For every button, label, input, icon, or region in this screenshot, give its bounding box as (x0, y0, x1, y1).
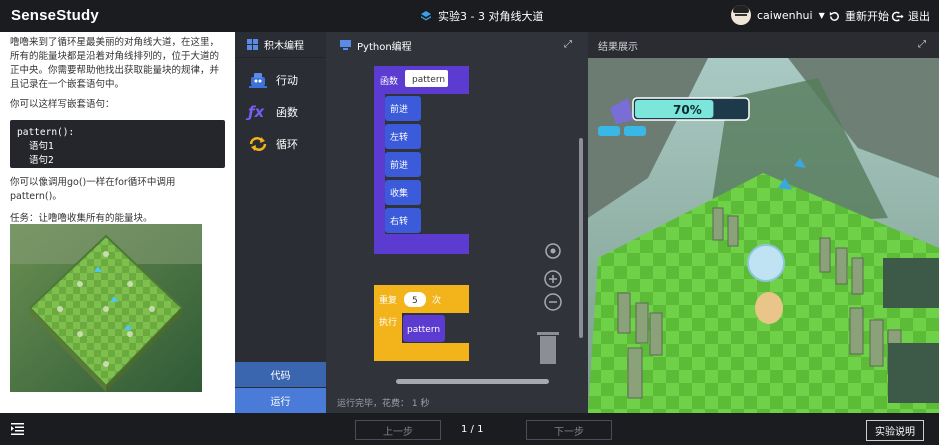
loop-icon (249, 137, 267, 151)
caret-down-icon: ▼ (818, 10, 825, 20)
repeat-count: 5 (412, 296, 418, 306)
bottom-bar: 上一步 1 / 1 下一步 实验说明 (0, 413, 939, 445)
palette-header: 积木编程 (235, 32, 326, 58)
fullscreen-icon[interactable]: ⤢ (918, 39, 926, 50)
python-workspace: Python编程 ⤢ 函数 pattern 前进 左转 前进 收集 右转 重复 5 次 … (326, 32, 588, 413)
instruction-paragraph: 噜噜来到了循环星最美丽的对角线大道，在这里，所有的能量块都是沿着对角线排列的，位… (10, 37, 220, 90)
run-button[interactable]: 运行 (235, 388, 326, 413)
restart-button[interactable]: 重新开始 (828, 8, 889, 24)
app-logo: SenseStudy (11, 7, 99, 24)
vertical-scrollbar[interactable] (579, 138, 583, 338)
palette-item-action[interactable]: 行动 (235, 64, 326, 96)
repeat-label: 重复 (379, 294, 397, 306)
robot-icon (249, 73, 267, 88)
page-indicator: 1 / 1 (461, 424, 484, 435)
statement-label: 收集 (390, 187, 408, 199)
exec-label: 执行 (379, 316, 397, 328)
statement-label: 右转 (390, 215, 408, 227)
result-panel: 结果展示 ⤢ 70% (588, 32, 939, 413)
blocks-canvas: 函数 pattern 前进左转前进收集右转 重复 5 次 执行 pattern (374, 66, 583, 384)
statement-label: 前进 (390, 159, 408, 171)
horizontal-scrollbar[interactable] (396, 379, 549, 384)
function-icon: ƒx (248, 103, 265, 121)
code-button[interactable]: 代码 (235, 362, 326, 387)
level-preview-image (10, 224, 202, 392)
run-status: 运行完毕，花费： 1 秒 (337, 399, 430, 409)
statement-label: 前进 (390, 103, 408, 115)
func-keyword: 函数 (380, 75, 398, 87)
palette-item-loop[interactable]: 循环 (235, 128, 326, 160)
result-header: 结果展示 ⤢ (588, 32, 939, 58)
func-name-text: pattern (412, 75, 445, 85)
instruction-paragraph: 你可以这样写嵌套语句： (10, 99, 115, 110)
experiment-help-button[interactable]: 实验说明 (866, 420, 924, 441)
statement-label: 左转 (390, 131, 408, 143)
restart-icon (829, 11, 839, 21)
prev-step-button[interactable]: 上一步 (355, 420, 441, 440)
zoom-out-icon[interactable] (544, 293, 562, 311)
palette-item-function[interactable]: ƒx 函数 (235, 96, 326, 128)
repeat-unit: 次 (432, 294, 441, 306)
exit-icon (891, 11, 904, 21)
trash-icon[interactable] (537, 332, 559, 364)
user-menu[interactable]: caiwenhui ▼ (731, 5, 825, 25)
instructions-panel: 噜噜来到了循环星最美丽的对角线大道，在这里，所有的能量块都是沿着对角线排列的，位… (0, 32, 235, 413)
center-target-icon[interactable] (545, 243, 561, 259)
call-name: pattern (407, 325, 440, 335)
experiment-title: 实验3 - 3 对角线大道 (420, 8, 543, 24)
user-name: caiwenhui (757, 8, 813, 22)
code-example: pattern(): 语句1 语句2 (10, 120, 225, 168)
instruction-paragraph: 你可以像调用go()一样在for循环中调用pattern()。 (10, 177, 176, 202)
blocks-icon (247, 39, 258, 50)
zoom-in-icon[interactable] (544, 270, 562, 288)
avatar (731, 5, 751, 25)
next-step-button[interactable]: 下一步 (526, 420, 612, 440)
game-scene: 70% (588, 58, 939, 413)
exit-button[interactable]: 退出 (891, 8, 930, 24)
block-palette: 积木编程 行动 ƒx 函数 循环 代码 运行 (235, 32, 326, 413)
top-bar: SenseStudy 实验3 - 3 对角线大道 caiwenhui ▼ 重新开… (0, 0, 939, 32)
layers-icon (421, 11, 431, 21)
menu-icon[interactable] (11, 423, 24, 435)
progress-text: 70% (673, 103, 702, 117)
